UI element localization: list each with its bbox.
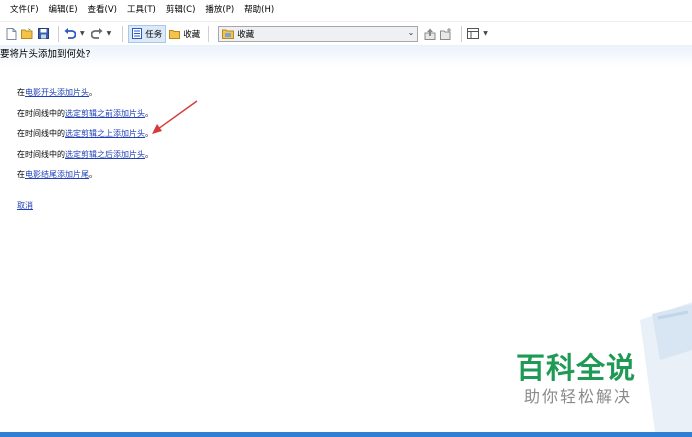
menu-file[interactable]: 文件(F) (5, 0, 44, 20)
undo-icon[interactable] (64, 28, 76, 40)
watermark-subtitle: 助你轻松解决 (524, 387, 633, 406)
menu-help[interactable]: 帮助(H) (239, 0, 279, 20)
favorites-label: 收藏 (183, 29, 201, 40)
redo-icon[interactable] (90, 28, 103, 40)
redo-dropdown-icon[interactable]: ▼ (107, 30, 112, 37)
collection-combo[interactable]: 收藏 ⌄ (218, 25, 419, 42)
toolbar-separator (58, 25, 59, 42)
tasks-label: 任务 (145, 29, 163, 40)
menu-play[interactable]: 播放(P) (200, 0, 239, 20)
chevron-down-icon[interactable]: ⌄ (408, 28, 415, 37)
new-folder-icon[interactable] (440, 27, 452, 40)
views-dropdown-icon[interactable]: ▼ (483, 30, 488, 37)
menu-clip[interactable]: 剪辑(C) (161, 0, 201, 20)
favorites-folder-icon (169, 29, 181, 39)
toolbar-separator (122, 25, 124, 42)
menu-tools[interactable]: 工具(T) (122, 0, 161, 20)
watermark-title: 百科全说 (516, 351, 637, 385)
favorites-button[interactable]: 收藏 (166, 25, 203, 43)
status-bar (0, 432, 692, 437)
tasks-icon (132, 28, 143, 39)
menu-view[interactable]: 查看(V) (83, 0, 122, 20)
up-folder-icon[interactable] (424, 28, 436, 40)
new-file-icon[interactable] (5, 27, 17, 40)
toolbar: ▼ ▼ 任务 收藏 收藏 ⌄ ▼ (0, 21, 692, 45)
open-folder-icon[interactable] (21, 28, 33, 40)
collection-folder-icon (222, 29, 235, 39)
annotation-arrow-icon (152, 100, 198, 134)
toolbar-separator (461, 25, 463, 42)
views-icon[interactable] (467, 28, 480, 40)
menu-bar: 文件(F) 编辑(E) 查看(V) 工具(T) 剪辑(C) 播放(P) 帮助(H… (0, 0, 692, 20)
tasks-button[interactable]: 任务 (128, 24, 167, 43)
collection-combo-value: 收藏 (237, 29, 255, 40)
menu-edit[interactable]: 编辑(E) (44, 0, 83, 20)
save-icon[interactable] (37, 28, 49, 40)
toolbar-separator (208, 25, 210, 42)
undo-dropdown-icon[interactable]: ▼ (80, 30, 85, 37)
